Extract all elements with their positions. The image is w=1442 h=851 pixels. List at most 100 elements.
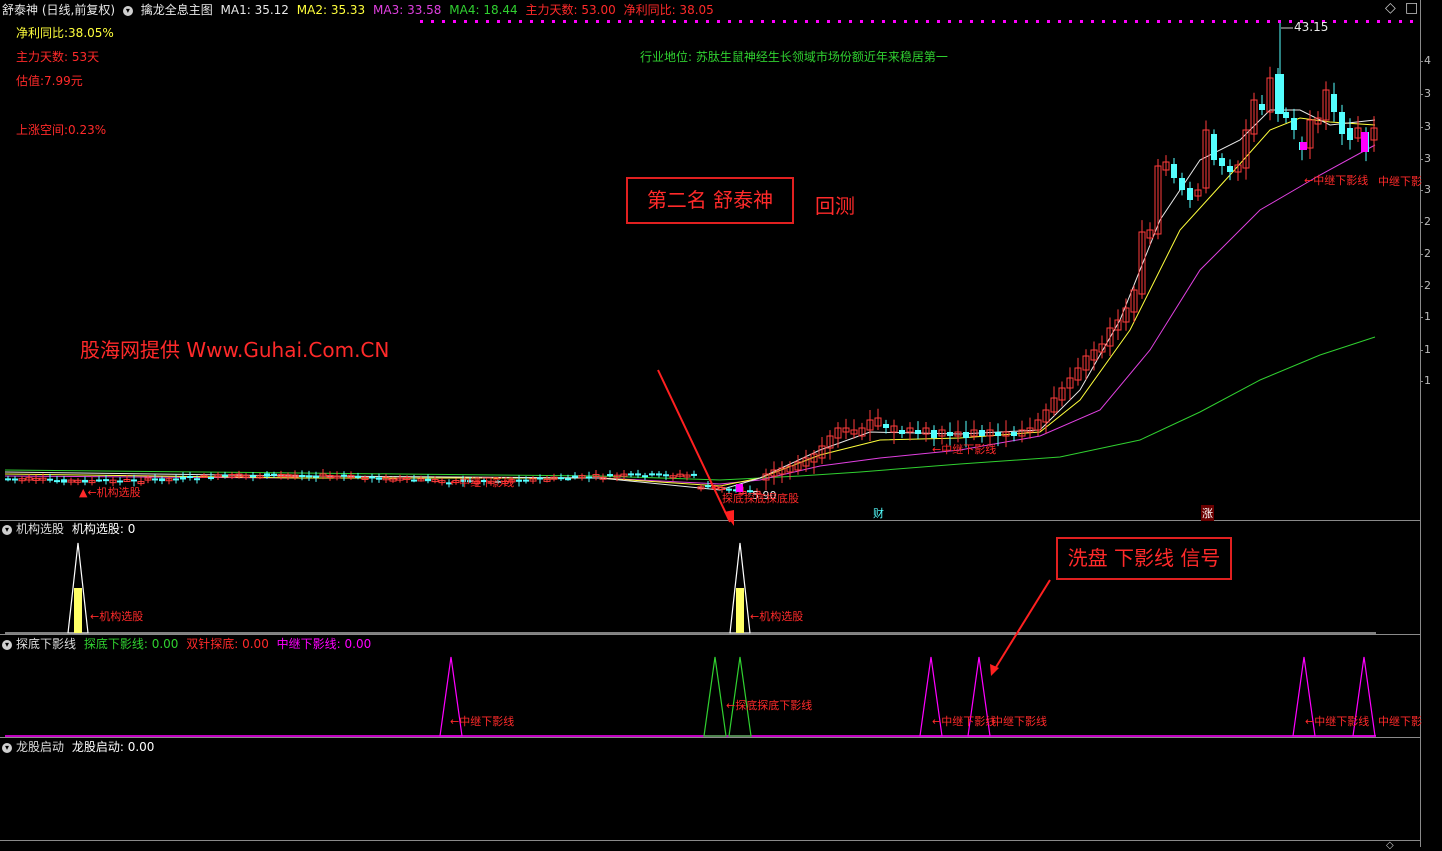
badge-zhang[interactable]: 涨 [1201, 505, 1214, 521]
badge-cai[interactable]: 财 [873, 505, 884, 521]
candle[interactable] [954, 420, 962, 443]
candle[interactable] [1259, 94, 1265, 116]
candle[interactable] [676, 469, 684, 478]
candle[interactable] [628, 471, 634, 478]
candle[interactable] [1306, 110, 1314, 159]
candle[interactable] [1122, 298, 1130, 331]
candle[interactable] [347, 471, 355, 480]
candle[interactable] [187, 471, 193, 481]
candle[interactable] [558, 473, 564, 481]
candle[interactable] [1106, 317, 1114, 357]
signal-candle[interactable] [1361, 132, 1368, 152]
candle[interactable] [242, 473, 250, 480]
candle[interactable] [1011, 426, 1017, 442]
panel4-title[interactable]: 龙股启动 [16, 740, 64, 754]
candle[interactable] [1171, 158, 1177, 184]
panel2-title[interactable]: 机构选股 [16, 522, 64, 536]
candle[interactable] [1211, 129, 1217, 166]
candle[interactable] [180, 472, 186, 483]
candle[interactable] [47, 473, 53, 483]
candle[interactable] [1242, 119, 1250, 180]
candle[interactable] [778, 461, 786, 484]
candle[interactable] [256, 472, 264, 480]
candle[interactable] [1179, 172, 1185, 196]
candle[interactable] [1314, 111, 1322, 134]
candle[interactable] [1050, 386, 1058, 417]
candle[interactable] [858, 422, 866, 441]
candle[interactable] [1074, 357, 1082, 386]
candle[interactable] [67, 477, 75, 486]
candle[interactable] [1026, 417, 1034, 439]
candle[interactable] [635, 469, 641, 478]
candle[interactable] [54, 476, 60, 484]
candle[interactable] [123, 475, 131, 483]
candle[interactable] [1154, 158, 1162, 240]
candle[interactable] [396, 474, 404, 483]
panel2-toggle-icon[interactable]: ▾ [2, 524, 12, 535]
candle[interactable] [874, 408, 882, 431]
candle[interactable] [810, 449, 818, 474]
candle[interactable] [1322, 81, 1330, 131]
candle[interactable] [915, 421, 921, 439]
candle[interactable] [228, 472, 236, 480]
candle[interactable] [1202, 120, 1210, 194]
candle[interactable] [762, 468, 770, 491]
candle[interactable] [250, 472, 256, 482]
candle[interactable] [382, 474, 390, 484]
candle[interactable] [411, 474, 417, 483]
candle[interactable] [550, 473, 558, 482]
candle[interactable] [906, 422, 914, 441]
candle[interactable] [369, 473, 375, 483]
candle[interactable] [979, 424, 985, 443]
candle[interactable] [333, 471, 341, 481]
signal-candle[interactable] [1300, 142, 1307, 150]
candle[interactable] [1339, 104, 1345, 145]
candle[interactable] [866, 410, 874, 441]
candle[interactable] [438, 477, 446, 486]
candle[interactable] [578, 473, 586, 481]
candle[interactable] [1194, 183, 1202, 201]
candle[interactable] [850, 419, 858, 439]
candle[interactable] [214, 471, 222, 481]
candle[interactable] [826, 430, 834, 460]
candle[interactable] [1354, 116, 1362, 143]
candle[interactable] [341, 471, 347, 481]
candle[interactable] [18, 475, 26, 484]
candle[interactable] [669, 472, 677, 481]
candle[interactable] [12, 476, 18, 484]
candle[interactable] [1250, 92, 1258, 143]
panel3-title[interactable]: 探底下影线 [16, 637, 76, 651]
candle[interactable] [1219, 153, 1225, 175]
candle[interactable] [642, 472, 648, 480]
candle[interactable] [890, 419, 898, 444]
candle[interactable] [1266, 66, 1274, 121]
candle[interactable] [61, 475, 67, 486]
kline-chart[interactable] [0, 0, 1420, 847]
candle[interactable] [842, 418, 850, 440]
candle[interactable] [1066, 367, 1074, 400]
peak-candle[interactable] [1277, 74, 1284, 114]
candle[interactable] [543, 475, 551, 483]
panel3-toggle-icon[interactable]: ▾ [2, 639, 12, 650]
candle[interactable] [425, 474, 431, 484]
candle[interactable] [200, 473, 208, 478]
candle[interactable] [1291, 108, 1297, 140]
candle[interactable] [1162, 155, 1170, 177]
panel4-toggle-icon[interactable]: ▾ [2, 742, 12, 753]
candle[interactable] [306, 470, 312, 481]
candle[interactable] [592, 470, 600, 481]
candle[interactable] [586, 471, 592, 483]
candle[interactable] [1331, 82, 1337, 122]
candle[interactable] [1090, 341, 1098, 371]
candle[interactable] [656, 471, 662, 478]
candle[interactable] [649, 470, 655, 477]
candle[interactable] [899, 425, 905, 439]
candle[interactable] [620, 470, 628, 481]
candle[interactable] [1002, 420, 1010, 448]
candle[interactable] [165, 476, 173, 485]
candle[interactable] [376, 473, 382, 483]
candle[interactable] [299, 470, 305, 481]
candle[interactable] [25, 474, 33, 483]
candle[interactable] [1187, 181, 1193, 208]
candle[interactable] [5, 476, 11, 482]
